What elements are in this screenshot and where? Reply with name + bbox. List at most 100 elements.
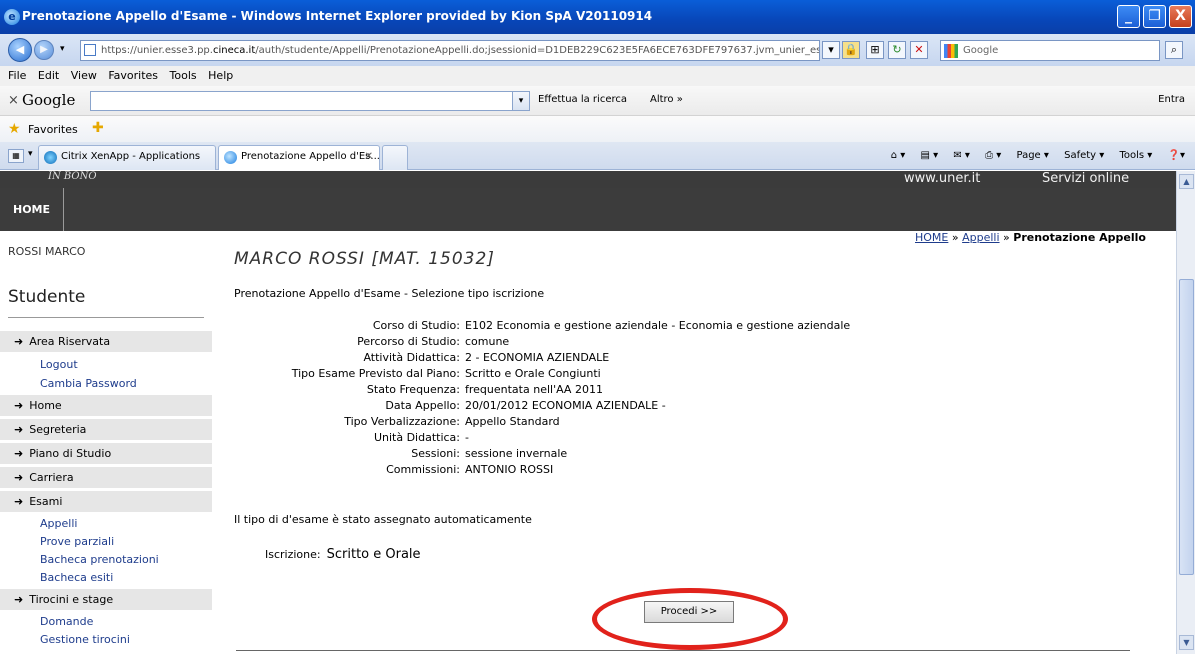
address-input[interactable]: https://unier.esse3.pp.cineca.it/auth/st… [80, 40, 820, 61]
menu-edit[interactable]: Edit [38, 66, 59, 86]
close-toolbar-icon[interactable]: × [8, 93, 19, 108]
sidebar-item-label: Segreteria [29, 423, 87, 436]
breadcrumb-home[interactable]: HOME [915, 231, 948, 244]
detail-label: Corso di Studio: [372, 319, 460, 332]
scroll-down-icon[interactable]: ▼ [1179, 635, 1194, 650]
sidebar-link-appelli[interactable]: Appelli [40, 517, 77, 530]
help-icon[interactable]: ❓▾ [1168, 150, 1185, 161]
add-favorite-icon[interactable]: ✚ [92, 120, 104, 136]
google-logo: Google [22, 91, 76, 109]
detail-value: 20/01/2012 ECONOMIA AZIENDALE - [465, 399, 666, 412]
sidebar-link-cambia-password[interactable]: Cambia Password [40, 377, 137, 390]
tab-close-icon[interactable]: ✕ [365, 146, 373, 168]
compatibility-icon[interactable]: ⊞ [866, 41, 884, 59]
menu-file[interactable]: File [8, 66, 26, 86]
history-dropdown-icon[interactable]: ▾ [60, 44, 65, 54]
quick-tabs-icon[interactable]: ▦ [8, 149, 24, 163]
auto-assigned-note: Il tipo di d'esame è stato assegnato aut… [234, 513, 532, 526]
page-menu[interactable]: Page ▾ [1017, 150, 1049, 161]
menu-tools[interactable]: Tools [170, 66, 197, 86]
ie-tab-icon [224, 151, 237, 164]
print-icon[interactable]: ⎙ ▾ [985, 150, 1001, 161]
sidebar-link-bacheca-esiti[interactable]: Bacheca esiti [40, 571, 113, 584]
scroll-up-icon[interactable]: ▲ [1179, 174, 1194, 189]
sidebar-item-piano[interactable]: ➜ Piano di Studio [0, 443, 212, 464]
site-banner: IN BONO www.uner.it Servizi online [0, 171, 1176, 188]
google-dropdown-icon[interactable]: ▾ [512, 91, 530, 111]
maximize-button[interactable]: ❐ [1143, 5, 1166, 28]
new-tab-button[interactable] [382, 145, 408, 170]
detail-value: ANTONIO ROSSI [465, 463, 554, 476]
altro-button[interactable]: Altro » [650, 94, 683, 105]
proceed-button[interactable]: Procedi >> [644, 601, 734, 623]
scroll-thumb[interactable] [1179, 279, 1194, 575]
detail-label: Data Appello: [385, 399, 460, 412]
tab-prenotazione[interactable]: Prenotazione Appello d'Es... ✕ [218, 145, 380, 170]
window-title-bar: e Prenotazione Appello d'Esame - Windows… [0, 0, 1195, 34]
sidebar-item-tirocini[interactable]: ➜ Tirocini e stage [0, 589, 212, 610]
detail-row: Percorso di Studio: comune [230, 335, 1130, 351]
minimize-button[interactable]: _ [1117, 5, 1140, 28]
favorites-star-icon[interactable]: ★ [8, 121, 21, 137]
address-row: ◀ ▶ ▾ https://unier.esse3.pp.cineca.it/a… [0, 34, 1195, 66]
sidebar-link-gestione-tirocini[interactable]: Gestione tirocini [40, 633, 130, 646]
servizi-online-link[interactable]: Servizi online [1042, 171, 1129, 186]
sidebar-link-bacheca-prenotazioni[interactable]: Bacheca prenotazioni [40, 553, 159, 566]
google-toolbar: × Google ▾ Effettua la ricerca Altro » E… [0, 86, 1195, 116]
close-button[interactable]: X [1169, 5, 1192, 28]
site-motto: IN BONO [48, 171, 97, 182]
detail-row: Attività Didattica: 2 - ECONOMIA AZIENDAL… [230, 351, 1130, 367]
site-url[interactable]: www.uner.it [904, 171, 980, 186]
detail-label: Unità Didattica: [373, 431, 460, 444]
detail-value: comune [465, 335, 510, 348]
search-input[interactable]: Google [940, 40, 1160, 61]
favorites-button[interactable]: Favorites [28, 123, 78, 136]
entra-button[interactable]: Entra [1158, 94, 1185, 105]
user-name: ROSSI MARCO [8, 245, 86, 258]
refresh-icon[interactable]: ↻ [888, 41, 906, 59]
sidebar-item-area-riservata[interactable]: ➜ Area Riservata [0, 331, 212, 352]
feeds-icon[interactable]: ▤ ▾ [921, 150, 939, 161]
arrow-icon: ➜ [14, 423, 24, 436]
command-bar: ⌂ ▾ ▤ ▾ ✉ ▾ ⎙ ▾ Page ▾ Safety ▾ Tools ▾ … [879, 150, 1185, 161]
site-nav: HOME [0, 188, 1176, 231]
mail-icon[interactable]: ✉ ▾ [953, 150, 970, 161]
ie-logo-icon: e [4, 9, 20, 25]
sidebar-item-esami[interactable]: ➜ Esami [0, 491, 212, 512]
tools-menu[interactable]: Tools ▾ [1119, 150, 1152, 161]
stop-icon[interactable]: ✕ [910, 41, 928, 59]
sidebar-link-logout[interactable]: Logout [40, 358, 78, 371]
google-icon [944, 44, 958, 58]
tab-prenotazione-label: Prenotazione Appello d'Es... [241, 151, 380, 162]
search-icon[interactable]: ⌕ [1165, 41, 1183, 59]
back-button[interactable]: ◀ [8, 38, 32, 62]
forward-button[interactable]: ▶ [34, 40, 54, 60]
vertical-scrollbar[interactable]: ▲ ▼ [1176, 171, 1195, 654]
sidebar-link-domande[interactable]: Domande [40, 615, 93, 628]
google-search-input[interactable] [90, 91, 530, 111]
detail-value: frequentata nell'AA 2011 [465, 383, 603, 396]
tab-citrix[interactable]: Citrix XenApp - Applications [38, 145, 216, 170]
google-search-button[interactable]: Effettua la ricerca [538, 94, 627, 105]
menu-help[interactable]: Help [208, 66, 233, 86]
home-icon[interactable]: ⌂ ▾ [891, 150, 906, 161]
detail-value: Appello Standard [465, 415, 560, 428]
breadcrumb-appelli[interactable]: Appelli [962, 231, 999, 244]
menu-view[interactable]: View [71, 66, 97, 86]
sidebar-item-segreteria[interactable]: ➜ Segreteria [0, 419, 212, 440]
lock-icon[interactable]: 🔒 [842, 41, 860, 59]
sidebar-item-label: Tirocini e stage [29, 593, 114, 606]
home-nav-tab[interactable]: HOME [0, 188, 64, 231]
safety-menu[interactable]: Safety ▾ [1064, 150, 1104, 161]
sidebar-link-prove[interactable]: Prove parziali [40, 535, 114, 548]
breadcrumb-current: Prenotazione Appello [1013, 231, 1146, 244]
sidebar-item-home[interactable]: ➜ Home [0, 395, 212, 416]
iscrizione-value: Scritto e Orale [326, 547, 421, 562]
sidebar-item-carriera[interactable]: ➜ Carriera [0, 467, 212, 488]
detail-value: - [465, 431, 469, 444]
detail-row: Corso di Studio: E102 Economia e gestione… [230, 319, 1130, 335]
detail-row: Stato Frequenza: frequentata nell'AA 2011 [230, 383, 1130, 399]
menu-favorites[interactable]: Favorites [108, 66, 158, 86]
tab-list-dropdown-icon[interactable]: ▾ [28, 149, 33, 159]
address-dropdown-icon[interactable]: ▾ [822, 41, 840, 59]
